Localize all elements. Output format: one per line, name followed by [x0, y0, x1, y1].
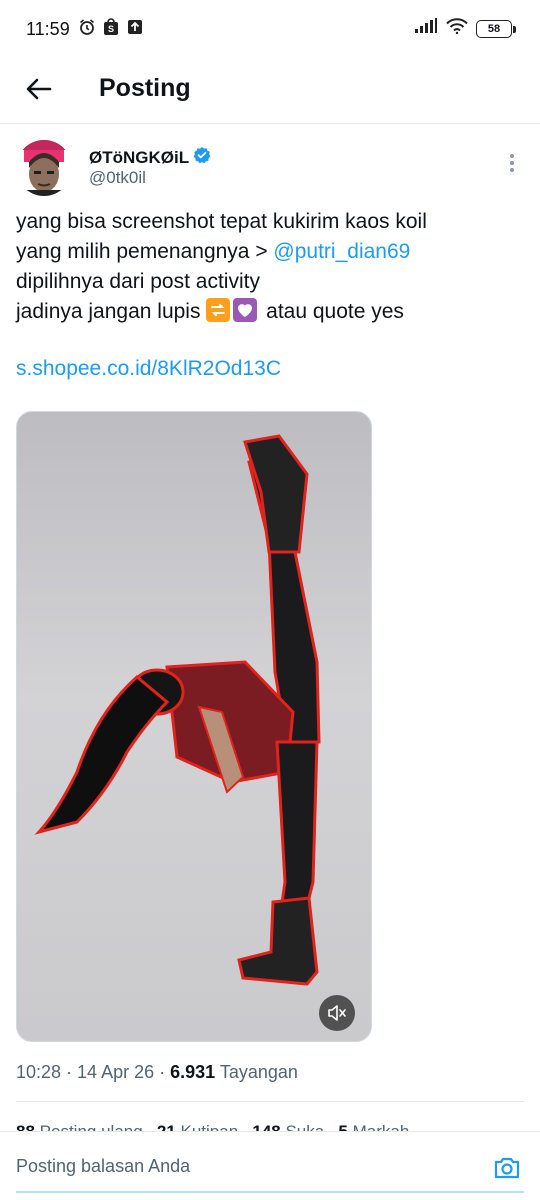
post-text-line: jadinya jangan lupis atau quote yes [16, 297, 526, 327]
svg-text:S: S [108, 24, 114, 34]
verified-badge-icon [193, 146, 211, 169]
repeat-emoji-icon [206, 298, 231, 322]
heart-emoji-icon [233, 298, 258, 322]
post-text-line: dipilihnya dari post activity [16, 270, 260, 293]
author-handle[interactable]: @0tk0il [89, 168, 146, 188]
status-icons-left: S [78, 18, 144, 36]
reply-input-underline [16, 1191, 524, 1193]
post-text-line: yang bisa screenshot tepat kukirim kaos … [16, 210, 427, 233]
more-options-button[interactable] [501, 150, 523, 176]
video-frame-image [34, 434, 321, 986]
status-icons-right: 58 [414, 18, 516, 39]
volume-mute-icon [328, 1005, 346, 1021]
upload-icon [126, 18, 144, 36]
post-text-segment: atau quote yes [260, 300, 404, 323]
back-button[interactable] [20, 70, 58, 108]
camera-button[interactable] [492, 1153, 522, 1183]
post-video[interactable] [16, 411, 372, 1042]
post-meta: 10:28 · 14 Apr 26 · 6.931 Tayangan [16, 1062, 298, 1082]
divider [16, 1101, 524, 1102]
post-text-segment: jadinya jangan lupis [16, 300, 207, 323]
post-time: 10:28 [16, 1062, 62, 1082]
alarm-icon [78, 18, 96, 36]
post-text: yang bisa screenshot tepat kukirim kaos … [16, 207, 526, 327]
battery-indicator: 58 [476, 19, 516, 38]
signal-icon [414, 18, 438, 39]
post-text-line: yang milih pemenangnya > @putri_dian69 [16, 237, 526, 267]
camera-icon [494, 1157, 520, 1179]
reply-bar: Posting balasan Anda [0, 1131, 540, 1200]
page-title: Posting [99, 74, 191, 102]
view-count: 6.931 [170, 1062, 216, 1082]
status-time: 11:59 [26, 19, 70, 39]
status-bar: 11:59 S 58 [0, 0, 540, 58]
view-label[interactable]: Tayangan [220, 1062, 298, 1082]
author-display-name[interactable]: ØTöNGKØiL [89, 148, 189, 168]
mute-button[interactable] [319, 995, 355, 1031]
author-name-row: ØTöNGKØiL [89, 146, 211, 169]
wifi-icon [446, 18, 468, 39]
arrow-left-icon [26, 78, 52, 100]
shopee-icon: S [102, 18, 120, 36]
post-text-segment: yang milih pemenangnya > [16, 240, 274, 263]
mention-link[interactable]: @putri_dian69 [273, 240, 410, 263]
shopee-link[interactable]: s.shopee.co.id/8KlR2Od13C [16, 357, 281, 381]
post-date: 14 Apr 26 [77, 1062, 155, 1082]
more-vertical-icon [510, 154, 514, 172]
avatar[interactable] [16, 140, 72, 196]
app-header: Posting [0, 58, 540, 124]
reply-input[interactable]: Posting balasan Anda [16, 1156, 190, 1177]
